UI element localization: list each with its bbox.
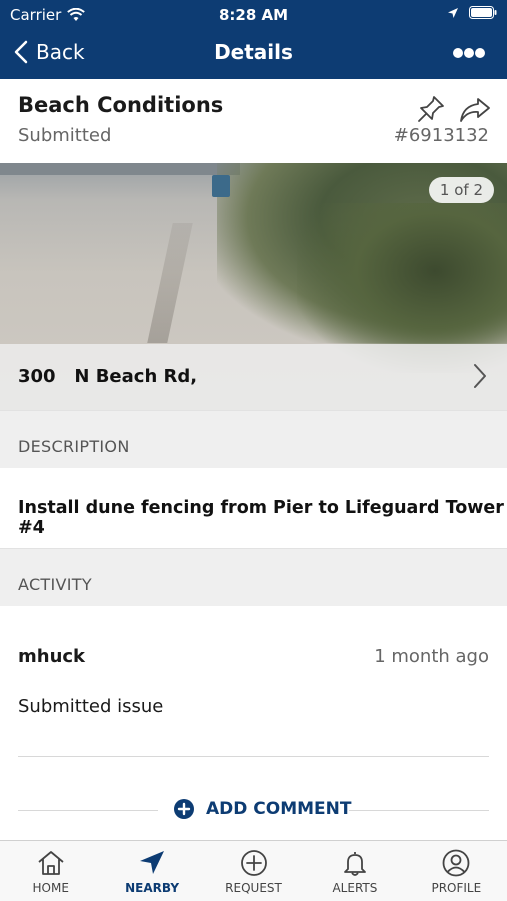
issue-address: 300 N Beach Rd, — [18, 366, 198, 387]
tab-home-label: HOME — [32, 881, 69, 895]
tab-profile-label: PROFILE — [431, 881, 482, 895]
status-time: 8:28 AM — [218, 6, 289, 24]
chevron-left-icon — [14, 40, 28, 64]
plus-circle-icon — [240, 850, 267, 876]
description-header: DESCRIPTION — [18, 437, 130, 456]
share-button[interactable] — [459, 97, 491, 127]
more-options-button[interactable] — [453, 44, 485, 63]
description-section-header: DESCRIPTION — [0, 410, 507, 469]
photo-counter: 1 of 2 — [428, 177, 494, 203]
activity-section-header: ACTIVITY — [0, 548, 507, 607]
photo-trash-bin — [212, 175, 230, 197]
more-dots-icon — [453, 48, 485, 58]
photo-sky — [0, 163, 240, 175]
activity-body: mhuck 1 month ago Submitted issue ADD CO… — [0, 606, 507, 840]
pin-icon — [418, 96, 444, 122]
tab-request-label: REQUEST — [225, 881, 282, 895]
tab-home[interactable]: HOME — [0, 841, 101, 901]
issue-photo[interactable]: 1 of 2 300 N Beach Rd, — [0, 163, 507, 410]
activity-divider — [18, 756, 489, 757]
photo-tire-track — [147, 223, 193, 343]
share-icon — [460, 98, 490, 122]
activity-header: ACTIVITY — [18, 575, 92, 594]
issue-id: #6913132 — [393, 125, 489, 146]
location-services-icon — [448, 7, 458, 18]
person-icon — [442, 849, 470, 877]
add-comment-label: ADD COMMENT — [206, 799, 352, 819]
home-icon — [38, 851, 64, 875]
tab-nearby-label: NEARBY — [125, 881, 180, 895]
add-comment-rule-right — [349, 810, 489, 811]
issue-title: Beach Conditions — [18, 93, 224, 117]
issue-status: Submitted — [18, 125, 112, 146]
battery-icon — [469, 6, 497, 19]
plus-circle-filled-icon — [174, 799, 194, 819]
tab-bar: HOME NEARBY REQUEST ALERTS PROFILE — [0, 840, 507, 901]
location-arrow-icon — [140, 851, 165, 874]
tab-profile[interactable]: PROFILE — [406, 841, 507, 901]
description-text: Install dune fencing from Pier to Lifegu… — [18, 498, 504, 538]
status-bar: Carrier 8:28 AM — [0, 0, 507, 30]
bell-icon — [344, 852, 366, 876]
address-chevron[interactable] — [473, 363, 487, 393]
tab-request[interactable]: REQUEST — [203, 841, 304, 901]
pin-button[interactable] — [417, 95, 445, 127]
issue-header: Beach Conditions Submitted #6913132 — [0, 79, 507, 163]
add-comment-button[interactable]: ADD COMMENT — [174, 799, 352, 819]
chevron-right-icon — [474, 364, 486, 388]
description-body: Install dune fencing from Pier to Lifegu… — [0, 468, 507, 548]
activity-time: 1 month ago — [374, 646, 489, 667]
add-comment-rule-left — [18, 810, 158, 811]
back-label: Back — [36, 40, 85, 64]
activity-message: Submitted issue — [18, 696, 164, 717]
tab-nearby[interactable]: NEARBY — [101, 841, 202, 901]
activity-user: mhuck — [18, 646, 86, 667]
back-button[interactable]: Back — [14, 40, 85, 64]
tab-alerts[interactable]: ALERTS — [304, 841, 405, 901]
status-right — [447, 6, 497, 19]
tab-alerts-label: ALERTS — [332, 881, 378, 895]
navigation-bar: Back Details — [0, 30, 507, 79]
